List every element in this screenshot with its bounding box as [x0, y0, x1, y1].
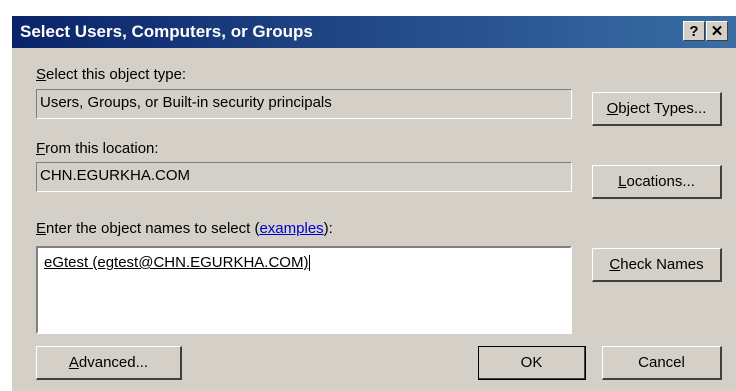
text-cursor [309, 255, 311, 272]
object-names-input[interactable]: eGtest (egtest@CHN.EGURKHA.COM) [36, 246, 572, 334]
object-type-label: Select this object type: [36, 66, 187, 83]
object-names-value: eGtest (egtest@CHN.EGURKHA.COM) [44, 254, 309, 271]
cancel-button[interactable]: Cancel [602, 346, 722, 380]
dialog-title: Select Users, Computers, or Groups [20, 22, 313, 41]
help-icon: ? [689, 22, 699, 40]
location-field: CHN.EGURKHA.COM [36, 162, 572, 192]
object-type-field: Users, Groups, or Built-in security prin… [36, 89, 572, 119]
check-names-button[interactable]: Check Names [592, 248, 722, 282]
title-bar[interactable]: Select Users, Computers, or Groups ? ✕ [12, 16, 736, 48]
close-icon: ✕ [710, 23, 724, 40]
select-users-dialog: Select Users, Computers, or Groups ? ✕ S… [12, 16, 736, 391]
object-types-button[interactable]: Object Types... [592, 92, 722, 126]
location-label: From this location: [36, 140, 159, 157]
help-button[interactable]: ? [683, 21, 705, 41]
examples-link[interactable]: examples [259, 220, 323, 237]
object-names-label: Enter the object names to select (exampl… [36, 220, 333, 237]
close-button[interactable]: ✕ [706, 21, 728, 41]
advanced-button[interactable]: Advanced... [36, 346, 182, 380]
ok-button[interactable]: OK [478, 346, 586, 380]
locations-button[interactable]: Locations... [592, 165, 722, 199]
